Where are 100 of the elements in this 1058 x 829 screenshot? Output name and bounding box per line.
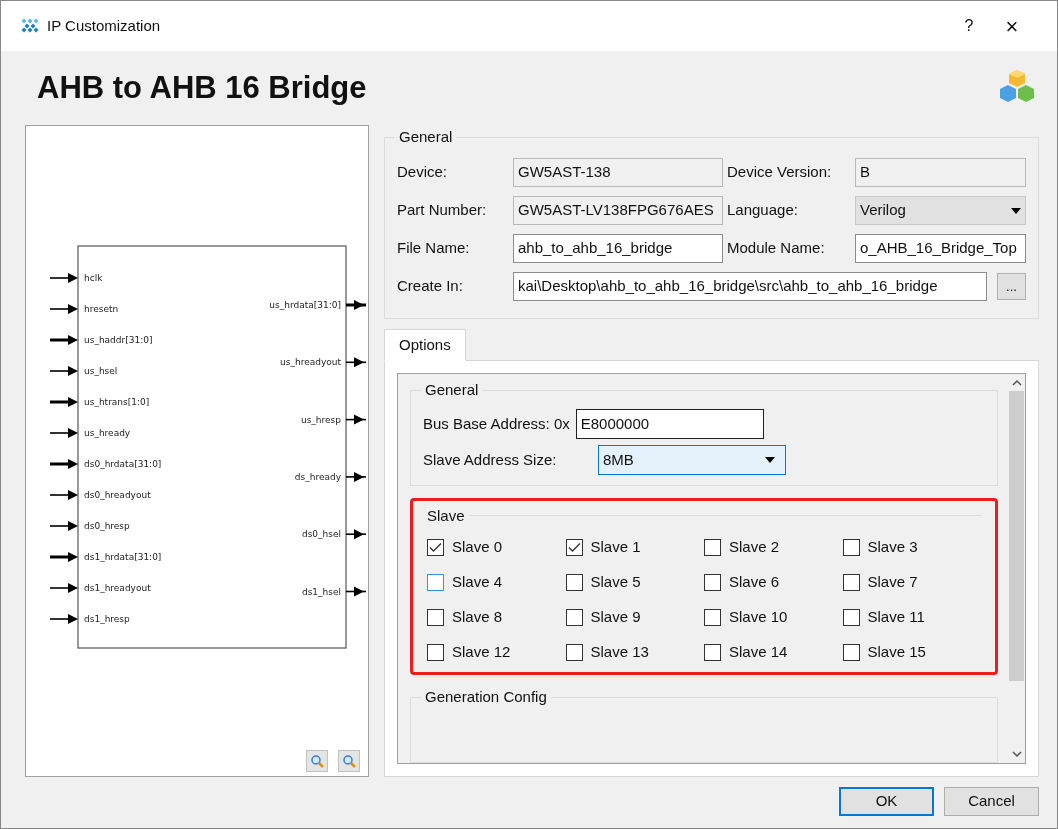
checkbox[interactable]	[704, 644, 721, 662]
checkbox[interactable]	[427, 644, 444, 662]
dialog-button[interactable]: Cancel	[944, 787, 1039, 816]
port-label: us_htrans[1:0]	[84, 397, 150, 407]
checkbox[interactable]	[565, 539, 583, 557]
port-label: us_hready	[84, 428, 131, 438]
port-label: us_hrdata[31:0]	[269, 300, 341, 310]
port-label: ds1_hsel	[301, 586, 341, 597]
address-field[interactable]: E8000000	[575, 409, 764, 439]
slave-checkbox[interactable]: Slave 15	[842, 635, 981, 671]
checkbox[interactable]	[565, 644, 583, 662]
checkbox-label: Slave 7	[867, 572, 918, 593]
field-label: Device:	[397, 162, 449, 183]
slave-checkbox[interactable]: Slave 14	[704, 635, 843, 671]
slave-checkbox[interactable]: Slave 4	[427, 565, 566, 601]
checkbox-label: Slave 10	[729, 607, 788, 628]
text-field[interactable]: GW5AST-138	[513, 158, 723, 187]
checkbox-label: Slave 12	[452, 642, 511, 663]
caret-icon	[765, 457, 775, 463]
port-label: ds1_hresp	[84, 614, 130, 624]
checkbox[interactable]	[565, 609, 583, 627]
field-label: Language:	[727, 200, 799, 221]
port-label: hresetn	[84, 304, 119, 314]
port-label: us_hsel	[84, 366, 118, 376]
tab[interactable]: Options	[384, 329, 466, 361]
size-dropdown[interactable]: 8MB	[598, 445, 786, 475]
port-label: ds1_hreadyout	[84, 583, 151, 593]
dialog-button[interactable]: OK	[839, 787, 934, 816]
zoom-button[interactable]	[338, 750, 360, 772]
port-label: us_haddr[31:0]	[84, 335, 153, 345]
slave-checkbox[interactable]: Slave 9	[565, 600, 704, 636]
checkbox[interactable]	[842, 539, 860, 557]
slave-checkbox[interactable]: Slave 0	[427, 530, 566, 566]
scrollbar-thumb[interactable]	[1009, 391, 1024, 681]
slave-checkbox[interactable]: Slave 2	[704, 530, 843, 566]
slave-checkbox[interactable]: Slave 13	[565, 635, 704, 671]
checkbox-label: Slave 3	[867, 537, 918, 558]
slave-checkbox[interactable]: Slave 1	[565, 530, 704, 566]
close-button[interactable]: ×	[987, 9, 1037, 43]
slave-checkbox[interactable]: Slave 11	[842, 600, 981, 636]
help-button[interactable]: ?	[951, 14, 987, 38]
slave-checkbox[interactable]: Slave 8	[427, 600, 566, 636]
checkbox-label: Slave 4	[452, 572, 503, 593]
text-field[interactable]: B	[855, 158, 1026, 187]
port-label: ds0_hrdata[31:0]	[84, 459, 162, 469]
checkbox[interactable]	[427, 609, 444, 627]
checkbox[interactable]	[842, 644, 860, 662]
field-label: Module Name:	[727, 238, 826, 259]
slave-checkbox[interactable]: Slave 10	[704, 600, 843, 636]
checkbox[interactable]	[565, 574, 583, 592]
field-label: Part Number:	[397, 200, 488, 221]
language-dropdown[interactable]: Verilog	[855, 196, 1026, 225]
port-label: ds1_hrdata[31:0]	[84, 552, 162, 562]
page-title: AHB to AHB 16 Bridge	[37, 68, 367, 107]
text-field[interactable]: o_AHB_16_Bridge_Top	[855, 234, 1026, 263]
path-field[interactable]: kai\Desktop\ahb_to_ahb_16_bridge\src\ahb_to_ahb_16_bridge	[513, 272, 987, 301]
field-label: File Name:	[397, 238, 471, 259]
checkbox[interactable]	[427, 574, 444, 592]
checkbox-label: Slave 1	[590, 537, 641, 558]
field-label: Slave Address Size:	[423, 449, 558, 470]
checkbox-label: Slave 0	[452, 537, 503, 558]
checkbox-label: Slave 8	[452, 607, 503, 628]
checkbox-label: Slave 14	[729, 642, 788, 663]
field-label: Device Version:	[727, 162, 833, 183]
magnifier-icon	[342, 754, 356, 768]
port-label: ds0_hreadyout	[84, 490, 151, 500]
port-label: us_hreadyout	[280, 357, 341, 368]
slave-checkbox[interactable]: Slave 6	[704, 565, 843, 601]
checkbox-label: Slave 2	[729, 537, 780, 558]
checkbox-label: Slave 11	[867, 607, 925, 628]
checkbox-label: Slave 6	[729, 572, 780, 593]
checkbox[interactable]	[704, 539, 721, 557]
zoom-button[interactable]	[306, 750, 328, 772]
checkbox-label: Slave 15	[867, 642, 926, 663]
checkbox[interactable]	[842, 574, 860, 592]
checkbox[interactable]	[704, 609, 721, 627]
checkbox-label: Slave 5	[590, 572, 641, 593]
text-field[interactable]: GW5AST-LV138FPG676AES	[513, 196, 723, 225]
checkbox-label: Slave 9	[590, 607, 641, 628]
check-icon	[429, 542, 442, 554]
browse-button[interactable]: ...	[997, 273, 1026, 300]
slave-checkbox[interactable]: Slave 5	[565, 565, 704, 601]
port-label: us_hresp	[300, 414, 341, 425]
checkbox[interactable]	[704, 574, 721, 592]
magnifier-icon	[310, 754, 324, 768]
slave-checkbox[interactable]: Slave 7	[842, 565, 981, 601]
slave-checkbox[interactable]: Slave 12	[427, 635, 566, 671]
port-label: ds0_hresp	[84, 521, 130, 531]
slave-checkbox[interactable]: Slave 3	[842, 530, 981, 566]
field-label: Create In:	[397, 276, 464, 297]
text-field[interactable]: ahb_to_ahb_16_bridge	[513, 234, 723, 263]
checkbox-label: Slave 13	[590, 642, 649, 663]
checkbox[interactable]	[427, 539, 444, 557]
port-label: ds0_hsel	[301, 529, 341, 540]
check-icon	[567, 542, 581, 554]
port-label: ds_hready	[294, 471, 341, 482]
port-label: hclk	[84, 273, 103, 283]
logo-icon	[21, 18, 39, 34]
field-label: Bus Base Address: 0x	[423, 413, 570, 434]
checkbox[interactable]	[842, 609, 860, 627]
